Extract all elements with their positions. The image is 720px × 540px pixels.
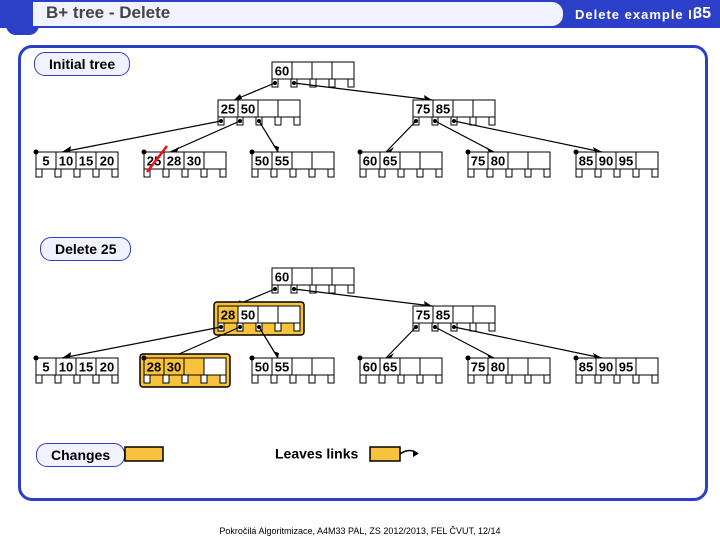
svg-text:10: 10 bbox=[59, 359, 73, 374]
svg-text:75: 75 bbox=[416, 307, 430, 322]
root-node: 60 bbox=[272, 62, 354, 87]
svg-text:20: 20 bbox=[100, 153, 114, 168]
svg-text:28: 28 bbox=[167, 153, 181, 168]
svg-text:85: 85 bbox=[436, 101, 450, 116]
svg-text:50: 50 bbox=[241, 307, 255, 322]
legend-leaves-swatch bbox=[370, 447, 418, 461]
tree-after-delete: 60 28 50 75 85 5 10 15 20 28 30 50 55 60 65 75 80… bbox=[34, 268, 659, 387]
svg-text:65: 65 bbox=[383, 153, 397, 168]
svg-text:90: 90 bbox=[599, 153, 613, 168]
svg-text:80: 80 bbox=[491, 359, 505, 374]
svg-text:55: 55 bbox=[275, 153, 289, 168]
svg-text:15: 15 bbox=[79, 153, 93, 168]
svg-text:10: 10 bbox=[59, 153, 73, 168]
svg-text:60: 60 bbox=[363, 153, 377, 168]
svg-text:5: 5 bbox=[42, 153, 49, 168]
svg-text:20: 20 bbox=[100, 359, 114, 374]
svg-text:60: 60 bbox=[275, 63, 289, 78]
svg-text:55: 55 bbox=[275, 359, 289, 374]
svg-text:50: 50 bbox=[255, 359, 269, 374]
svg-text:85: 85 bbox=[579, 359, 593, 374]
svg-text:15: 15 bbox=[79, 359, 93, 374]
svg-text:28: 28 bbox=[147, 359, 161, 374]
svg-text:75: 75 bbox=[471, 153, 485, 168]
svg-text:60: 60 bbox=[363, 359, 377, 374]
svg-text:50: 50 bbox=[241, 101, 255, 116]
leaves-row-1: 5101520 252830 5055 6065 7580 859095 bbox=[36, 152, 658, 177]
svg-text:65: 65 bbox=[383, 359, 397, 374]
svg-text:85: 85 bbox=[436, 307, 450, 322]
svg-text:80: 80 bbox=[491, 153, 505, 168]
svg-text:90: 90 bbox=[599, 359, 613, 374]
leaves-row-2: 5 10 15 20 28 30 50 55 60 65 75 80 85 90 95 bbox=[36, 354, 658, 387]
svg-text:30: 30 bbox=[167, 359, 181, 374]
svg-text:85: 85 bbox=[579, 153, 593, 168]
svg-text:50: 50 bbox=[255, 153, 269, 168]
legend-leaves-label: Leaves links bbox=[275, 446, 358, 462]
svg-text:95: 95 bbox=[619, 359, 633, 374]
svg-text:60: 60 bbox=[275, 269, 289, 284]
svg-text:95: 95 bbox=[619, 153, 633, 168]
tree-initial: 60 2550 7585 5101520 252830 5055 6065 75… bbox=[34, 62, 659, 177]
svg-text:75: 75 bbox=[471, 359, 485, 374]
footer-text: Pokročilá Algoritmizace, A4M33 PAL, ZS 2… bbox=[0, 526, 720, 536]
svg-text:5: 5 bbox=[42, 359, 49, 374]
diagram-svg: 60 2550 7585 5101520 252830 5055 6065 75… bbox=[0, 0, 720, 540]
svg-text:28: 28 bbox=[221, 307, 235, 322]
legend-changes-swatch bbox=[125, 447, 163, 461]
svg-text:75: 75 bbox=[416, 101, 430, 116]
svg-text:25: 25 bbox=[221, 101, 235, 116]
svg-text:30: 30 bbox=[187, 153, 201, 168]
